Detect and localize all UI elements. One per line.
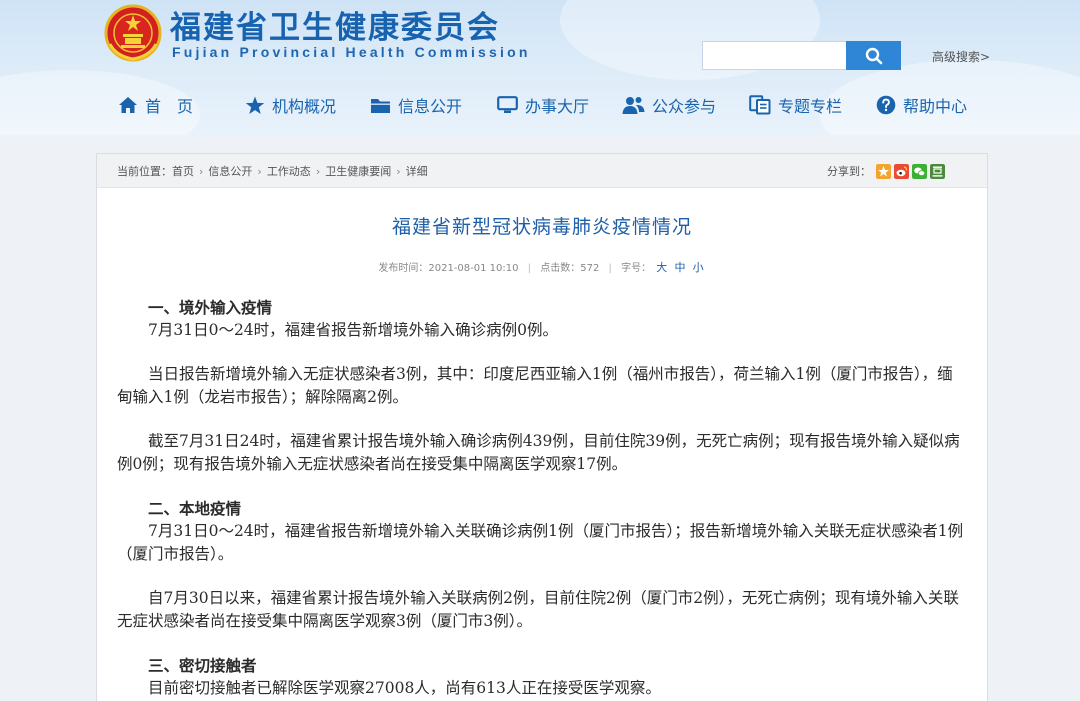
article-title: 福建省新型冠状病毒肺炎疫情情况 [391, 216, 692, 238]
breadcrumb-prefix: 当前位置： [117, 165, 172, 178]
breadcrumb-separator: › [257, 164, 262, 178]
douban-icon[interactable] [930, 163, 945, 179]
meta-separator: | [608, 263, 612, 274]
article-paragraph: 目前密切接触者已解除医学观察27008人，尚有613人正在接受医学观察。 [148, 679, 661, 697]
site-header: 福建省卫生健康委员会 Fujian Provincial Health Comm… [0, 0, 1080, 135]
article-meta: 发布时间：2021-08-01 10:10 | 点击数：572 | 字号： 大 … [97, 259, 987, 275]
font-size-large[interactable]: 大 [656, 261, 667, 274]
font-size-medium[interactable]: 中 [674, 261, 685, 274]
article-paragraph: 当日报告新增境外输入无症状感染者3例，其中：印度尼西亚输入1例（福州市报告），荷… [117, 365, 953, 406]
article-body: 一、境外输入疫情 7月31日0～24时，福建省报告新增境外输入确诊病例0例。 当… [117, 296, 965, 700]
national-emblem-icon [104, 4, 162, 62]
article-paragraph: 7月31日0～24时，福建省报告新增境外输入关联确诊病例1例（厦门市报告）；报告… [117, 522, 964, 563]
search-icon [865, 47, 882, 64]
star-icon [245, 96, 265, 114]
meta-separator: | [527, 263, 532, 274]
publish-time: 2021-08-01 10:10 [428, 263, 519, 274]
site-subtitle: Fujian Provincial Health Commission [172, 44, 531, 60]
nav-item-label: 机构概况 [272, 97, 337, 116]
nav-item-info-disclosure[interactable]: 信息公开 [370, 86, 462, 124]
nav-item-label: 办事大厅 [525, 97, 590, 116]
breadcrumb: 当前位置： 首页 › 信息公开 › 工作动态 › 卫生健康要闻 › 详细 [117, 154, 428, 188]
nav-item-label: 专题专栏 [778, 97, 843, 116]
nav-item-label: 首 页 [145, 97, 194, 116]
home-icon [119, 97, 137, 113]
monitor-icon [497, 96, 518, 113]
breadcrumb-health-news[interactable]: 卫生健康要闻 [325, 163, 391, 179]
nav-item-label: 公众参与 [652, 97, 717, 116]
nav-item-special-topics[interactable]: 专题专栏 [749, 86, 842, 124]
font-size-label: 字号： [621, 263, 652, 274]
breadcrumb-separator: › [396, 164, 401, 178]
folder-icon [371, 98, 390, 113]
breadcrumb-home[interactable]: 首页 [172, 163, 194, 179]
publish-label: 发布时间： [378, 263, 429, 274]
breadcrumb-separator: › [315, 164, 321, 178]
breadcrumb-separator: › [199, 164, 204, 178]
section-heading: 一、境外输入疫情 [148, 298, 273, 317]
font-size-small[interactable]: 小 [693, 261, 704, 274]
breadcrumb-info-disclosure[interactable]: 信息公开 [208, 163, 252, 179]
article-paragraph: 7月31日0～24时，福建省报告新增境外输入确诊病例0例。 [148, 321, 559, 339]
nav-item-home[interactable]: 首 页 [118, 86, 193, 124]
share-bar: 分享到： [827, 154, 945, 188]
section-heading: 二、本地疫情 [148, 499, 242, 518]
nav-item-public-participation[interactable]: 公众参与 [622, 86, 716, 124]
search-button[interactable] [846, 41, 901, 70]
breadcrumb-work-news[interactable]: 工作动态 [267, 163, 311, 179]
qzone-icon[interactable] [876, 163, 891, 179]
breadcrumb-current: 详细 [405, 165, 428, 178]
section-heading: 三、密切接触者 [148, 656, 257, 675]
hits-count: 572 [580, 263, 600, 274]
main-nav: 首 页 机构概况 信息公开 办事大厅 公众参与 专题专栏 帮助中心 [0, 86, 1080, 126]
wechat-icon[interactable] [912, 163, 927, 179]
article-panel: 当前位置： 首页 › 信息公开 › 工作动态 › 卫生健康要闻 › 详细 分享到… [96, 153, 988, 701]
advanced-search-link[interactable]: 高级搜索> [932, 48, 990, 65]
article-paragraph: 自7月30日以来，福建省累计报告境外输入关联病例2例，目前住院2例（厦门市2例）… [117, 589, 959, 630]
site-title: 福建省卫生健康委员会 [170, 10, 500, 46]
topic-icon [749, 95, 771, 115]
nav-item-organization[interactable]: 机构概况 [245, 86, 336, 124]
help-icon [876, 95, 896, 115]
breadcrumb-bar: 当前位置： 首页 › 信息公开 › 工作动态 › 卫生健康要闻 › 详细 分享到… [97, 154, 987, 188]
share-label: 分享到： [827, 165, 871, 178]
article-paragraph: 截至7月31日24时，福建省累计报告境外输入确诊病例439例，目前住院39例，无… [117, 432, 960, 473]
people-icon [622, 96, 645, 114]
hits-label: 点击数： [540, 263, 581, 274]
nav-item-service-hall[interactable]: 办事大厅 [497, 86, 589, 124]
nav-item-help-center[interactable]: 帮助中心 [876, 86, 967, 124]
search-input[interactable] [702, 41, 848, 70]
nav-item-label: 帮助中心 [903, 97, 968, 116]
nav-item-label: 信息公开 [398, 97, 463, 116]
weibo-icon[interactable] [894, 163, 909, 179]
